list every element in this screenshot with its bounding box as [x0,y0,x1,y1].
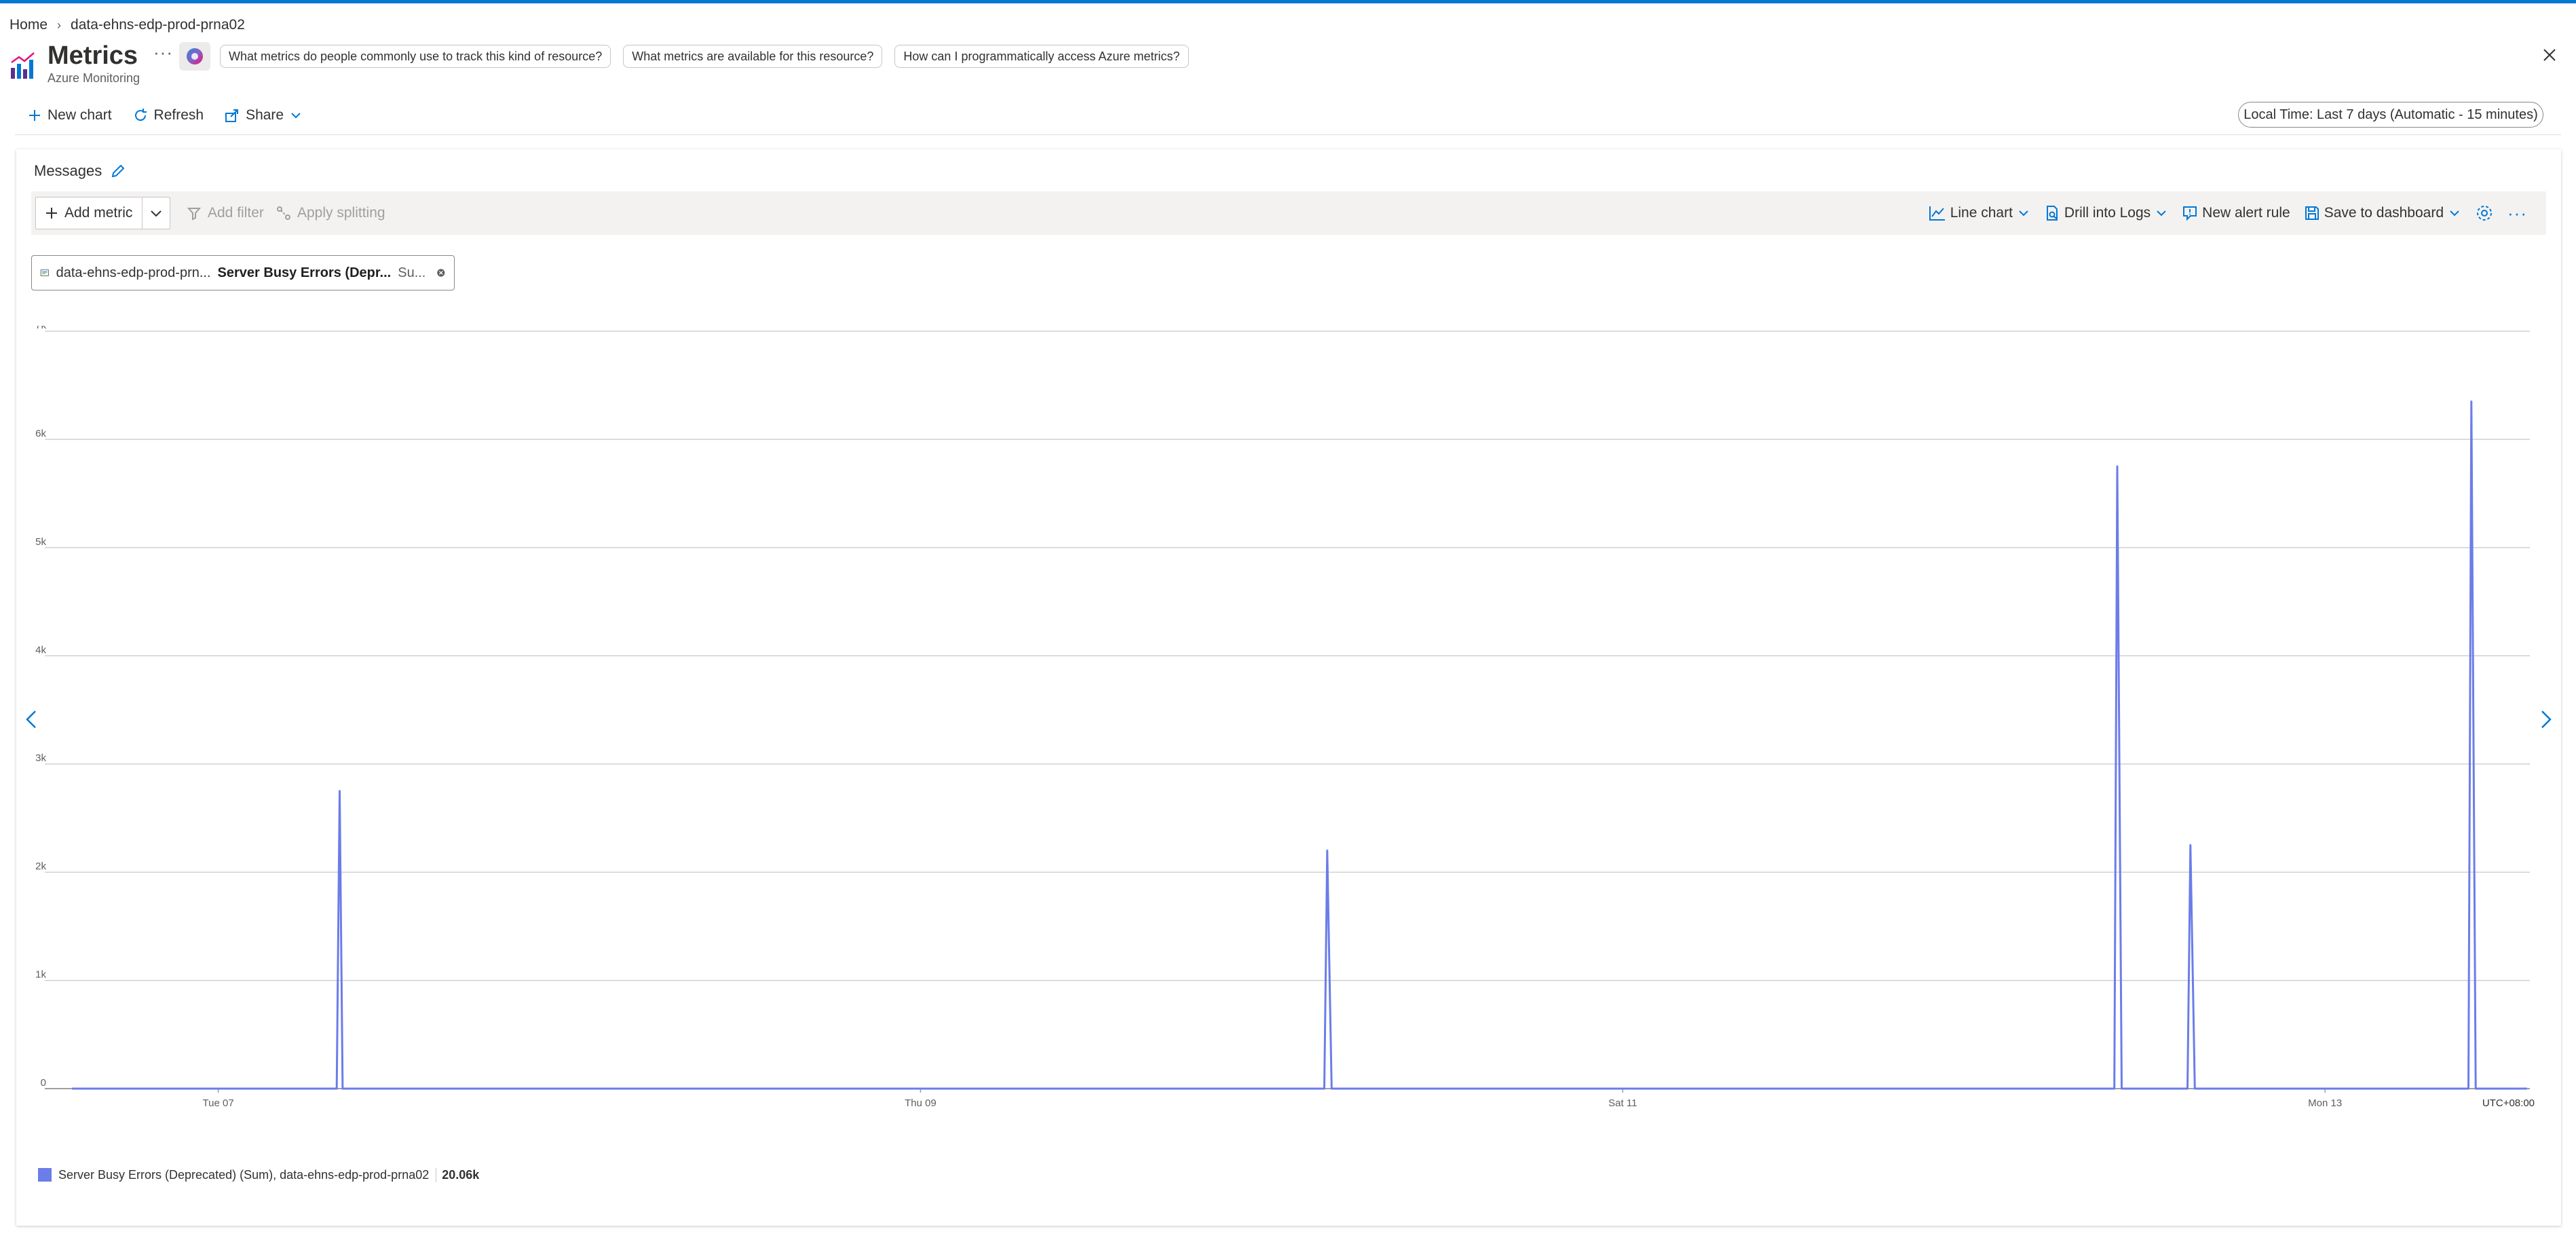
save-to-dashboard-button[interactable]: Save to dashboard [2304,205,2461,221]
chevron-right-icon: › [57,18,62,32]
more-options-icon[interactable]: ··· [153,42,173,63]
metric-pill[interactable]: data-ehns-edp-prod-prn... Server Busy Er… [31,255,455,290]
add-metric-dropdown[interactable] [143,197,170,229]
drill-into-logs-label: Drill into Logs [2064,205,2151,221]
y-tick-label: 6k [35,428,46,439]
refresh-button[interactable]: Refresh [132,107,204,124]
alert-icon [2183,206,2197,221]
chart-legend[interactable]: Server Busy Errors (Deprecated) (Sum), d… [38,1163,479,1186]
copilot-prompt-programmatic-access[interactable]: How can I programmatically access Azure … [894,45,1189,68]
command-bar: New chart Refresh Share [27,102,303,129]
refresh-icon [134,109,147,121]
metrics-line-chart[interactable]: 0 1k 2k 3k 4k 5k 6k 7k Tue 07 Thu 09 Sat 11 Mon 13 U… [16,326,2561,1140]
line-chart-label: Line chart [1950,205,2013,221]
plus-icon [29,110,40,121]
y-tick-label: 0 [41,1077,46,1089]
legend-label: Server Busy Errors (Deprecated) (Sum), d… [58,1167,430,1182]
splitting-icon [277,206,290,220]
add-metric-split-button: Add metric [35,197,171,229]
add-metric-label: Add metric [64,205,133,221]
line-chart-icon [1929,206,1945,221]
chart-toolbar: Add metric Add filter Apply splitting Li… [31,191,2546,235]
add-metric-button[interactable]: Add metric [36,197,143,229]
chart-title-row: Messages [34,159,126,183]
timezone-label: UTC+08:00 [2482,1097,2535,1109]
y-tick-label: 4k [35,644,46,656]
y-tick-label: 7k [35,326,46,331]
logs-icon [2046,206,2058,221]
chevron-down-icon [2450,210,2459,217]
y-tick-label: 3k [35,753,46,764]
page-header: Metrics Azure Monitoring [10,41,140,88]
more-options-icon[interactable]: ··· [2507,203,2527,224]
copilot-button[interactable] [179,42,210,71]
metric-pill-aggregation: Su... [398,265,426,280]
copilot-prompt-common-metrics[interactable]: What metrics do people commonly use to t… [220,45,611,68]
series-line [72,400,2527,1090]
refresh-label: Refresh [153,107,204,123]
apply-splitting-label: Apply splitting [297,205,385,221]
y-tick-label: 5k [35,536,46,548]
close-icon[interactable] [2538,43,2561,67]
metric-pill-metric: Server Busy Errors (Depr... [217,265,392,280]
breadcrumb-home[interactable]: Home [10,17,48,33]
divider [15,134,2561,135]
new-alert-rule-label: New alert rule [2202,205,2290,221]
legend-swatch [38,1168,52,1182]
plus-icon [46,208,57,219]
share-button[interactable]: Share [224,107,303,124]
page-title: Metrics [48,41,138,70]
metrics-app-icon [11,52,35,79]
add-filter-label: Add filter [208,205,264,221]
filter-icon [187,208,202,221]
chevron-down-icon [151,210,162,217]
copilot-prompt-list: What metrics do people commonly use to t… [220,45,1189,68]
breadcrumb-resource[interactable]: data-ehns-edp-prod-prna02 [71,17,245,33]
event-hubs-resource-icon [40,269,49,276]
share-label: Share [246,107,284,123]
chevron-down-icon [2019,210,2028,217]
add-filter-button[interactable]: Add filter [186,197,264,229]
drill-into-logs-button[interactable]: Drill into Logs [2044,205,2168,221]
chart-title: Messages [34,162,102,179]
remove-metric-icon[interactable] [436,265,446,280]
line-chart-button[interactable]: Line chart [1929,205,2030,221]
gear-icon[interactable] [2475,204,2494,223]
new-chart-button[interactable]: New chart [27,107,112,124]
new-alert-rule-button[interactable]: New alert rule [2182,205,2290,221]
chart-card: Messages Add metric Add filter Apply spl… [16,149,2561,1226]
breadcrumb: Home › data-ehns-edp-prod-prna02 [10,15,245,35]
chevron-down-icon [291,113,301,119]
y-tick-label: 2k [35,861,46,872]
edit-pencil-icon[interactable] [110,163,126,179]
chart-toolbar-right: Line chart Drill into Logs New alert rul… [1929,197,2527,229]
chevron-down-icon [2157,210,2166,217]
metric-pill-resource: data-ehns-edp-prod-prn... [56,265,211,280]
save-to-dashboard-label: Save to dashboard [2324,205,2444,221]
top-accent-bar [0,0,2576,3]
new-chart-label: New chart [48,107,112,123]
y-tick-label: 1k [35,969,46,981]
time-range-picker[interactable]: Local Time: Last 7 days (Automatic - 15 … [2238,102,2543,128]
legend-value: 20.06k [436,1167,479,1182]
apply-splitting-button[interactable]: Apply splitting [276,197,385,229]
x-tick-label: Tue 07 [203,1097,234,1109]
share-icon [225,109,239,122]
copilot-icon [187,48,203,64]
x-tick-label: Sat 11 [1608,1097,1637,1109]
copilot-prompt-available-metrics[interactable]: What metrics are available for this reso… [623,45,883,68]
save-icon [2305,206,2319,220]
page-subtitle: Azure Monitoring [48,71,140,85]
x-tick-label: Thu 09 [905,1097,936,1109]
x-tick-label: Mon 13 [2308,1097,2342,1109]
